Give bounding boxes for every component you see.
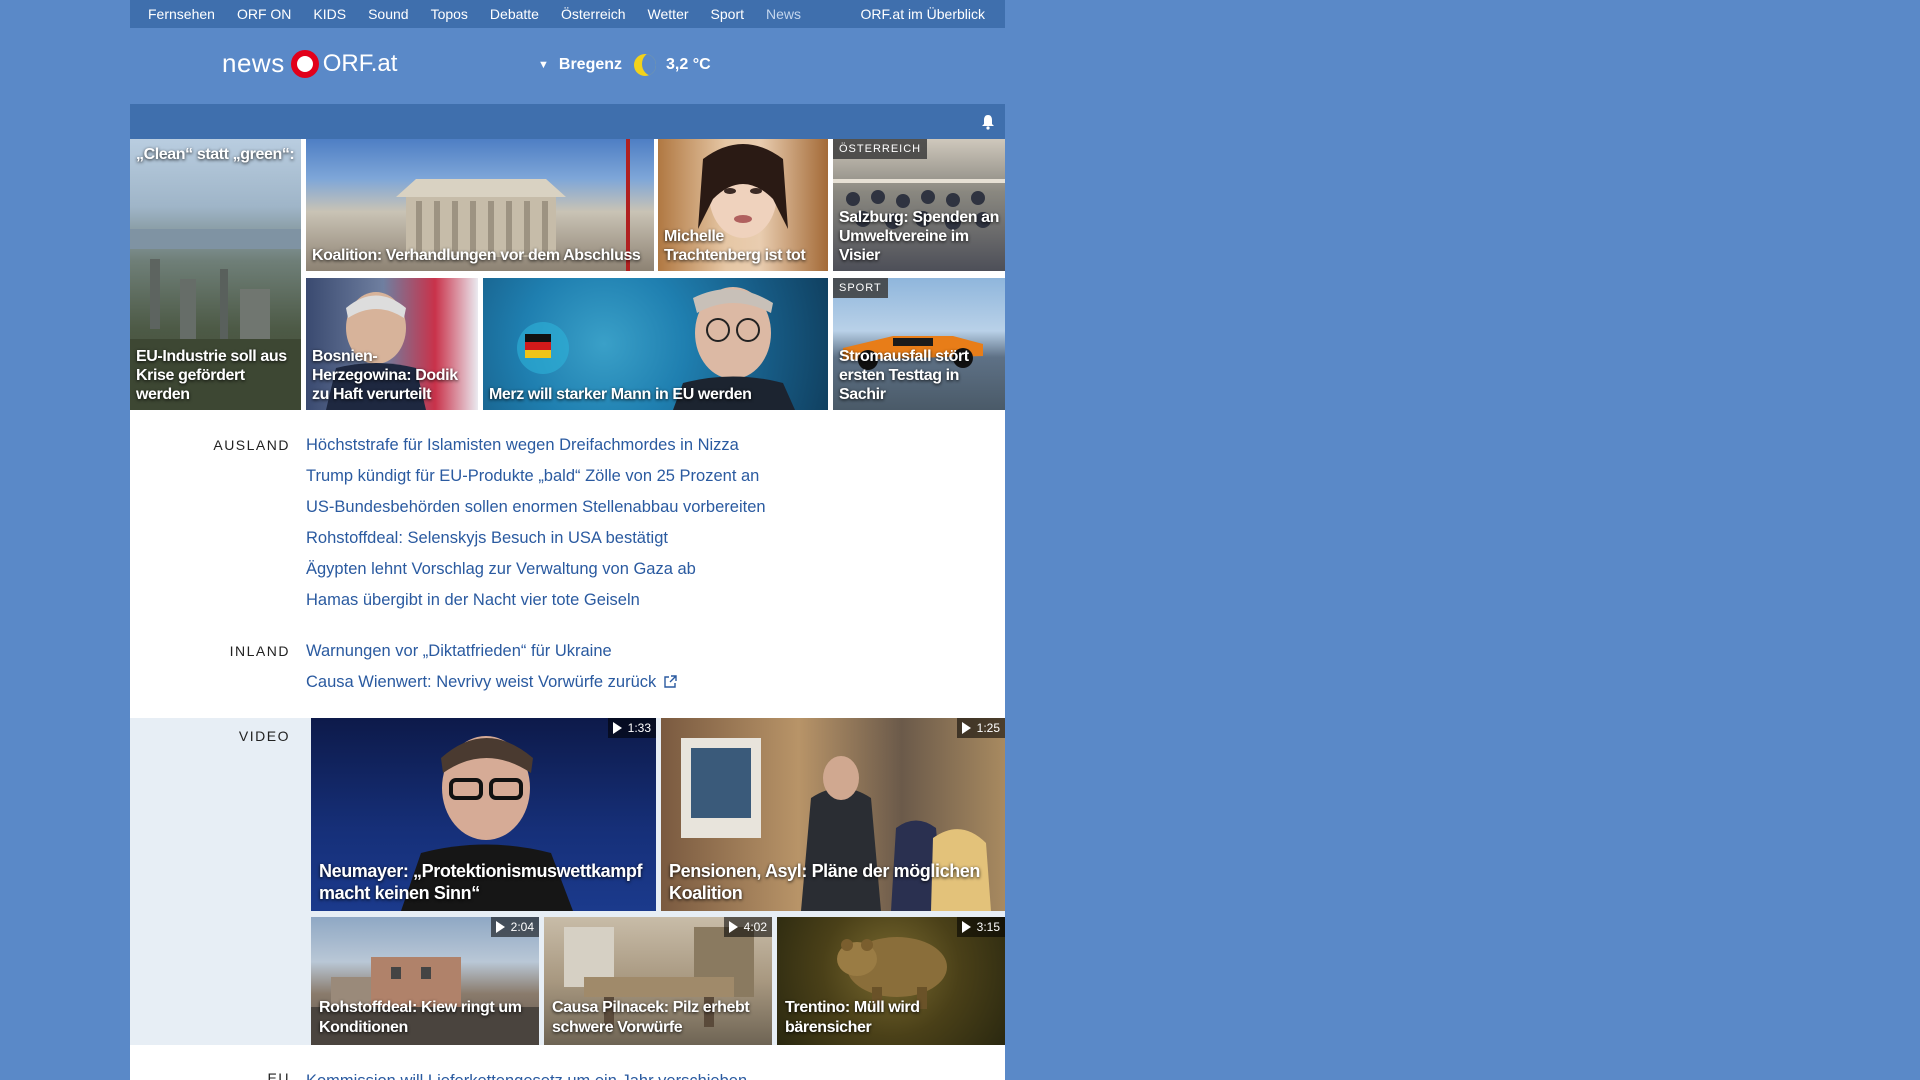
- video-duration: 4:02: [723, 917, 772, 937]
- video-duration: 1:25: [956, 718, 1005, 738]
- section-eu: EU Kommission will Lieferkettengesetz um…: [130, 1045, 1005, 1080]
- sub-bar: [130, 104, 1005, 139]
- nav-sport[interactable]: Sport: [711, 6, 744, 22]
- tile-caption: Michelle Trachtenberg ist tot: [664, 228, 806, 264]
- story-tile-merz[interactable]: Merz will starker Mann in EU werden: [483, 278, 828, 410]
- section-label-video: VIDEO: [238, 728, 290, 744]
- story-tile-bosnien[interactable]: Bosnien-Herzegowina: Dodik zu Haft verur…: [306, 278, 478, 410]
- duration-text: 1:33: [627, 721, 651, 735]
- nav-sound[interactable]: Sound: [368, 6, 408, 22]
- video-duration: 3:15: [956, 917, 1005, 937]
- story-tile-trachtenberg[interactable]: Michelle Trachtenberg ist tot: [658, 139, 828, 271]
- section-label-ausland: AUSLAND: [213, 437, 290, 453]
- dropdown-triangle-icon: ▼: [538, 59, 549, 71]
- tile-caption: Koalition: Verhandlungen vor dem Abschlu…: [312, 247, 641, 264]
- play-icon: [961, 722, 971, 734]
- story-tile-eu-industrie[interactable]: „Clean“ statt „green“: EU-Industrie soll…: [130, 139, 301, 410]
- section-label-inland: INLAND: [229, 643, 290, 659]
- nav-debatte[interactable]: Debatte: [490, 6, 539, 22]
- story-tile-koalition[interactable]: Koalition: Verhandlungen vor dem Abschlu…: [306, 139, 654, 271]
- section-links-inland: Warnungen vor „Diktatfrieden“ für Ukrain…: [306, 636, 677, 698]
- weather-temperature: 3,2 °C: [666, 56, 711, 73]
- nav-orf-on[interactable]: ORF ON: [237, 6, 291, 22]
- news-sections: AUSLAND Höchststrafe für Islamisten wege…: [130, 410, 1005, 718]
- article-link[interactable]: Warnungen vor „Diktatfrieden“ für Ukrain…: [306, 636, 677, 667]
- article-link[interactable]: Höchststrafe für Islamisten wegen Dreifa…: [306, 430, 766, 461]
- video-caption: Trentino: Müll wird bärensicher: [785, 999, 920, 1036]
- nav-kids[interactable]: KIDS: [313, 6, 346, 22]
- weather-location: Bregenz: [558, 56, 623, 73]
- duration-text: 3:15: [976, 920, 1000, 934]
- logo-news-text: news: [222, 48, 285, 78]
- play-icon: [612, 722, 622, 734]
- nav-overview[interactable]: ORF.at im Überblick: [861, 6, 985, 22]
- section-video: VIDEO 1:33 Neumayer: „Protektionismuswet…: [130, 718, 1005, 1045]
- story-tile-salzburg[interactable]: ÖSTERREICH Salzburg: Spenden an Umweltve…: [833, 139, 1005, 271]
- duration-text: 2:04: [510, 920, 534, 934]
- bell-icon[interactable]: [981, 114, 995, 130]
- section-links-eu: Kommission will Lieferkettengesetz um ei…: [306, 1066, 747, 1080]
- section-label-eu: EU: [267, 1070, 290, 1080]
- orf-eye-icon: [290, 49, 319, 78]
- video-tile-trentino[interactable]: 3:15 Trentino: Müll wird bärensicher: [777, 917, 1005, 1045]
- top-navigation: Fernsehen ORF ON KIDS Sound Topos Debatt…: [130, 0, 1005, 28]
- nav-wetter[interactable]: Wetter: [648, 6, 689, 22]
- video-tile-neumayer[interactable]: 1:33 Neumayer: „Protektionismuswettkampf…: [311, 718, 656, 911]
- category-tag: ÖSTERREICH: [833, 139, 928, 159]
- moon-icon: [634, 54, 657, 76]
- external-link-icon: [664, 675, 677, 688]
- video-tile-pilnacek[interactable]: 4:02 Causa Pilnacek: Pilz erhebt schwere…: [544, 917, 772, 1045]
- article-link[interactable]: US-Bundesbehörden sollen enormen Stellen…: [306, 492, 766, 523]
- article-link[interactable]: Kommission will Lieferkettengesetz um ei…: [306, 1066, 747, 1080]
- play-icon: [728, 921, 738, 933]
- duration-text: 4:02: [743, 920, 767, 934]
- duration-text: 1:25: [976, 721, 1000, 735]
- top-stories-grid: „Clean“ statt „green“: EU-Industrie soll…: [130, 139, 1005, 410]
- video-duration: 1:33: [607, 718, 656, 738]
- video-duration: 2:04: [490, 917, 539, 937]
- tile-caption: Bosnien-Herzegowina: Dodik zu Haft verur…: [312, 348, 458, 403]
- tile-caption: EU-Industrie soll aus Krise gefördert we…: [136, 348, 287, 403]
- video-tile-pensionen[interactable]: 1:25 Pensionen, Asyl: Pläne der mögliche…: [661, 718, 1005, 911]
- tile-caption: Salzburg: Spenden an Umweltvereine im Vi…: [839, 209, 1000, 264]
- video-caption: Causa Pilnacek: Pilz erhebt schwere Vorw…: [552, 999, 750, 1036]
- tile-caption-top: „Clean“ statt „green“:: [136, 146, 295, 163]
- site-logo[interactable]: news ORF.at: [222, 48, 397, 79]
- logo-orf-text: ORF.at: [322, 49, 398, 77]
- play-icon: [495, 921, 505, 933]
- site-header: news ORF.at ▼ Bregenz 3,2 °C: [130, 28, 1005, 104]
- article-link-text: Causa Wienwert: Nevrivy weist Vorwürfe z…: [306, 673, 657, 691]
- nav-oesterreich[interactable]: Österreich: [561, 6, 626, 22]
- weather-widget[interactable]: ▼ Bregenz 3,2 °C: [538, 54, 711, 76]
- article-link[interactable]: Trump kündigt für EU-Produkte „bald“ Zöl…: [306, 461, 766, 492]
- video-caption: Pensionen, Asyl: Pläne der möglichen Koa…: [669, 861, 981, 903]
- article-link[interactable]: Rohstoffdeal: Selenskyjs Besuch in USA b…: [306, 523, 766, 554]
- article-link[interactable]: Ägypten lehnt Vorschlag zur Verwaltung v…: [306, 554, 766, 585]
- article-link-external[interactable]: Causa Wienwert: Nevrivy weist Vorwürfe z…: [306, 667, 677, 698]
- nav-fernsehen[interactable]: Fernsehen: [148, 6, 215, 22]
- tile-caption: Merz will starker Mann in EU werden: [489, 386, 752, 403]
- article-link[interactable]: Hamas übergibt in der Nacht vier tote Ge…: [306, 585, 766, 616]
- nav-topos[interactable]: Topos: [431, 6, 468, 22]
- video-caption: Rohstoffdeal: Kiew ringt um Konditionen: [319, 999, 522, 1036]
- tile-caption: Stromausfall stört ersten Testtag in Sac…: [839, 348, 969, 403]
- section-links-ausland: Höchststrafe für Islamisten wegen Dreifa…: [306, 430, 766, 616]
- video-tile-rohstoffdeal[interactable]: 2:04 Rohstoffdeal: Kiew ringt um Konditi…: [311, 917, 539, 1045]
- page-wrapper: Fernsehen ORF ON KIDS Sound Topos Debatt…: [130, 0, 1005, 1080]
- play-icon: [961, 921, 971, 933]
- category-tag: SPORT: [833, 278, 888, 298]
- video-caption: Neumayer: „Protektionismuswettkampf mach…: [319, 861, 643, 903]
- nav-news[interactable]: News: [766, 6, 801, 22]
- story-tile-sport[interactable]: SPORT Stromausfall stört ersten Testtag …: [833, 278, 1005, 410]
